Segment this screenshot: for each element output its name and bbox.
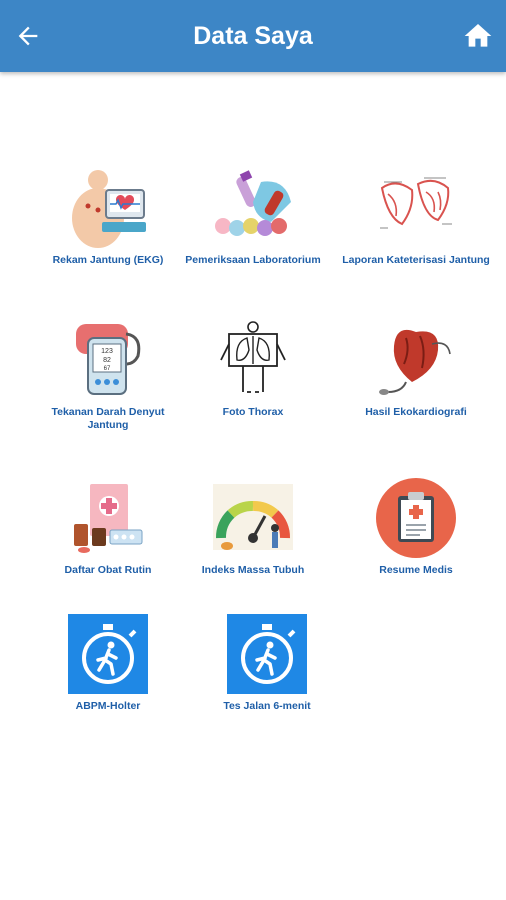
menu-label: Tekanan Darah Denyut Jantung bbox=[51, 406, 165, 431]
stopwatch-runner-icon bbox=[227, 614, 307, 694]
menu-item-lab[interactable]: Pemeriksaan Laboratorium bbox=[178, 168, 328, 267]
clipboard-icon bbox=[376, 478, 456, 558]
menu-label: Daftar Obat Rutin bbox=[64, 564, 152, 576]
menu-item-blood-pressure[interactable]: 123 82 67 Tekanan Darah Denyut Jantung bbox=[33, 320, 183, 432]
heart-echo-icon bbox=[379, 329, 451, 395]
menu-item-bmi[interactable]: Indeks Massa Tubuh bbox=[178, 478, 328, 577]
svg-text:67: 67 bbox=[104, 366, 111, 372]
home-icon[interactable] bbox=[462, 20, 494, 52]
medicine-icon bbox=[74, 484, 143, 553]
ekg-icon bbox=[72, 170, 146, 248]
menu-label: Rekam Jantung (EKG) bbox=[52, 254, 164, 266]
blood-pressure-icon: 123 82 67 bbox=[76, 324, 141, 395]
menu-label: Tes Jalan 6-menit bbox=[223, 700, 311, 712]
menu-item-abpm-holter[interactable]: ABPM-Holter bbox=[33, 614, 183, 713]
svg-text:123: 123 bbox=[101, 348, 113, 355]
menu-label: Pemeriksaan Laboratorium bbox=[185, 254, 321, 266]
xray-icon bbox=[220, 321, 286, 393]
bmi-gauge-icon bbox=[213, 484, 293, 550]
stopwatch-runner-icon bbox=[68, 614, 148, 694]
menu-item-walk-test[interactable]: Tes Jalan 6-menit bbox=[192, 614, 342, 713]
menu-item-resume[interactable]: Resume Medis bbox=[341, 478, 491, 577]
menu-item-thorax[interactable]: Foto Thorax bbox=[178, 320, 328, 419]
menu-label: ABPM-Holter bbox=[75, 700, 141, 712]
menu-label: Resume Medis bbox=[379, 564, 453, 576]
lab-test-icon bbox=[215, 170, 291, 236]
menu-label: Hasil Ekokardiografi bbox=[365, 406, 467, 418]
menu-label: Laporan Kateterisasi Jantung bbox=[342, 254, 490, 266]
svg-text:82: 82 bbox=[103, 357, 111, 364]
menu-item-medicine[interactable]: Daftar Obat Rutin bbox=[33, 478, 183, 577]
menu-item-ekg[interactable]: Rekam Jantung (EKG) bbox=[33, 168, 183, 267]
menu-item-echo[interactable]: Hasil Ekokardiografi bbox=[341, 320, 491, 419]
app-bar: Data Saya bbox=[0, 0, 506, 72]
menu-item-catheterization[interactable]: Laporan Kateterisasi Jantung bbox=[341, 168, 491, 267]
menu-label: Foto Thorax bbox=[222, 406, 284, 418]
catheterization-icon bbox=[380, 177, 452, 229]
page-title: Data Saya bbox=[193, 22, 313, 50]
menu-label: Indeks Massa Tubuh bbox=[201, 564, 305, 576]
